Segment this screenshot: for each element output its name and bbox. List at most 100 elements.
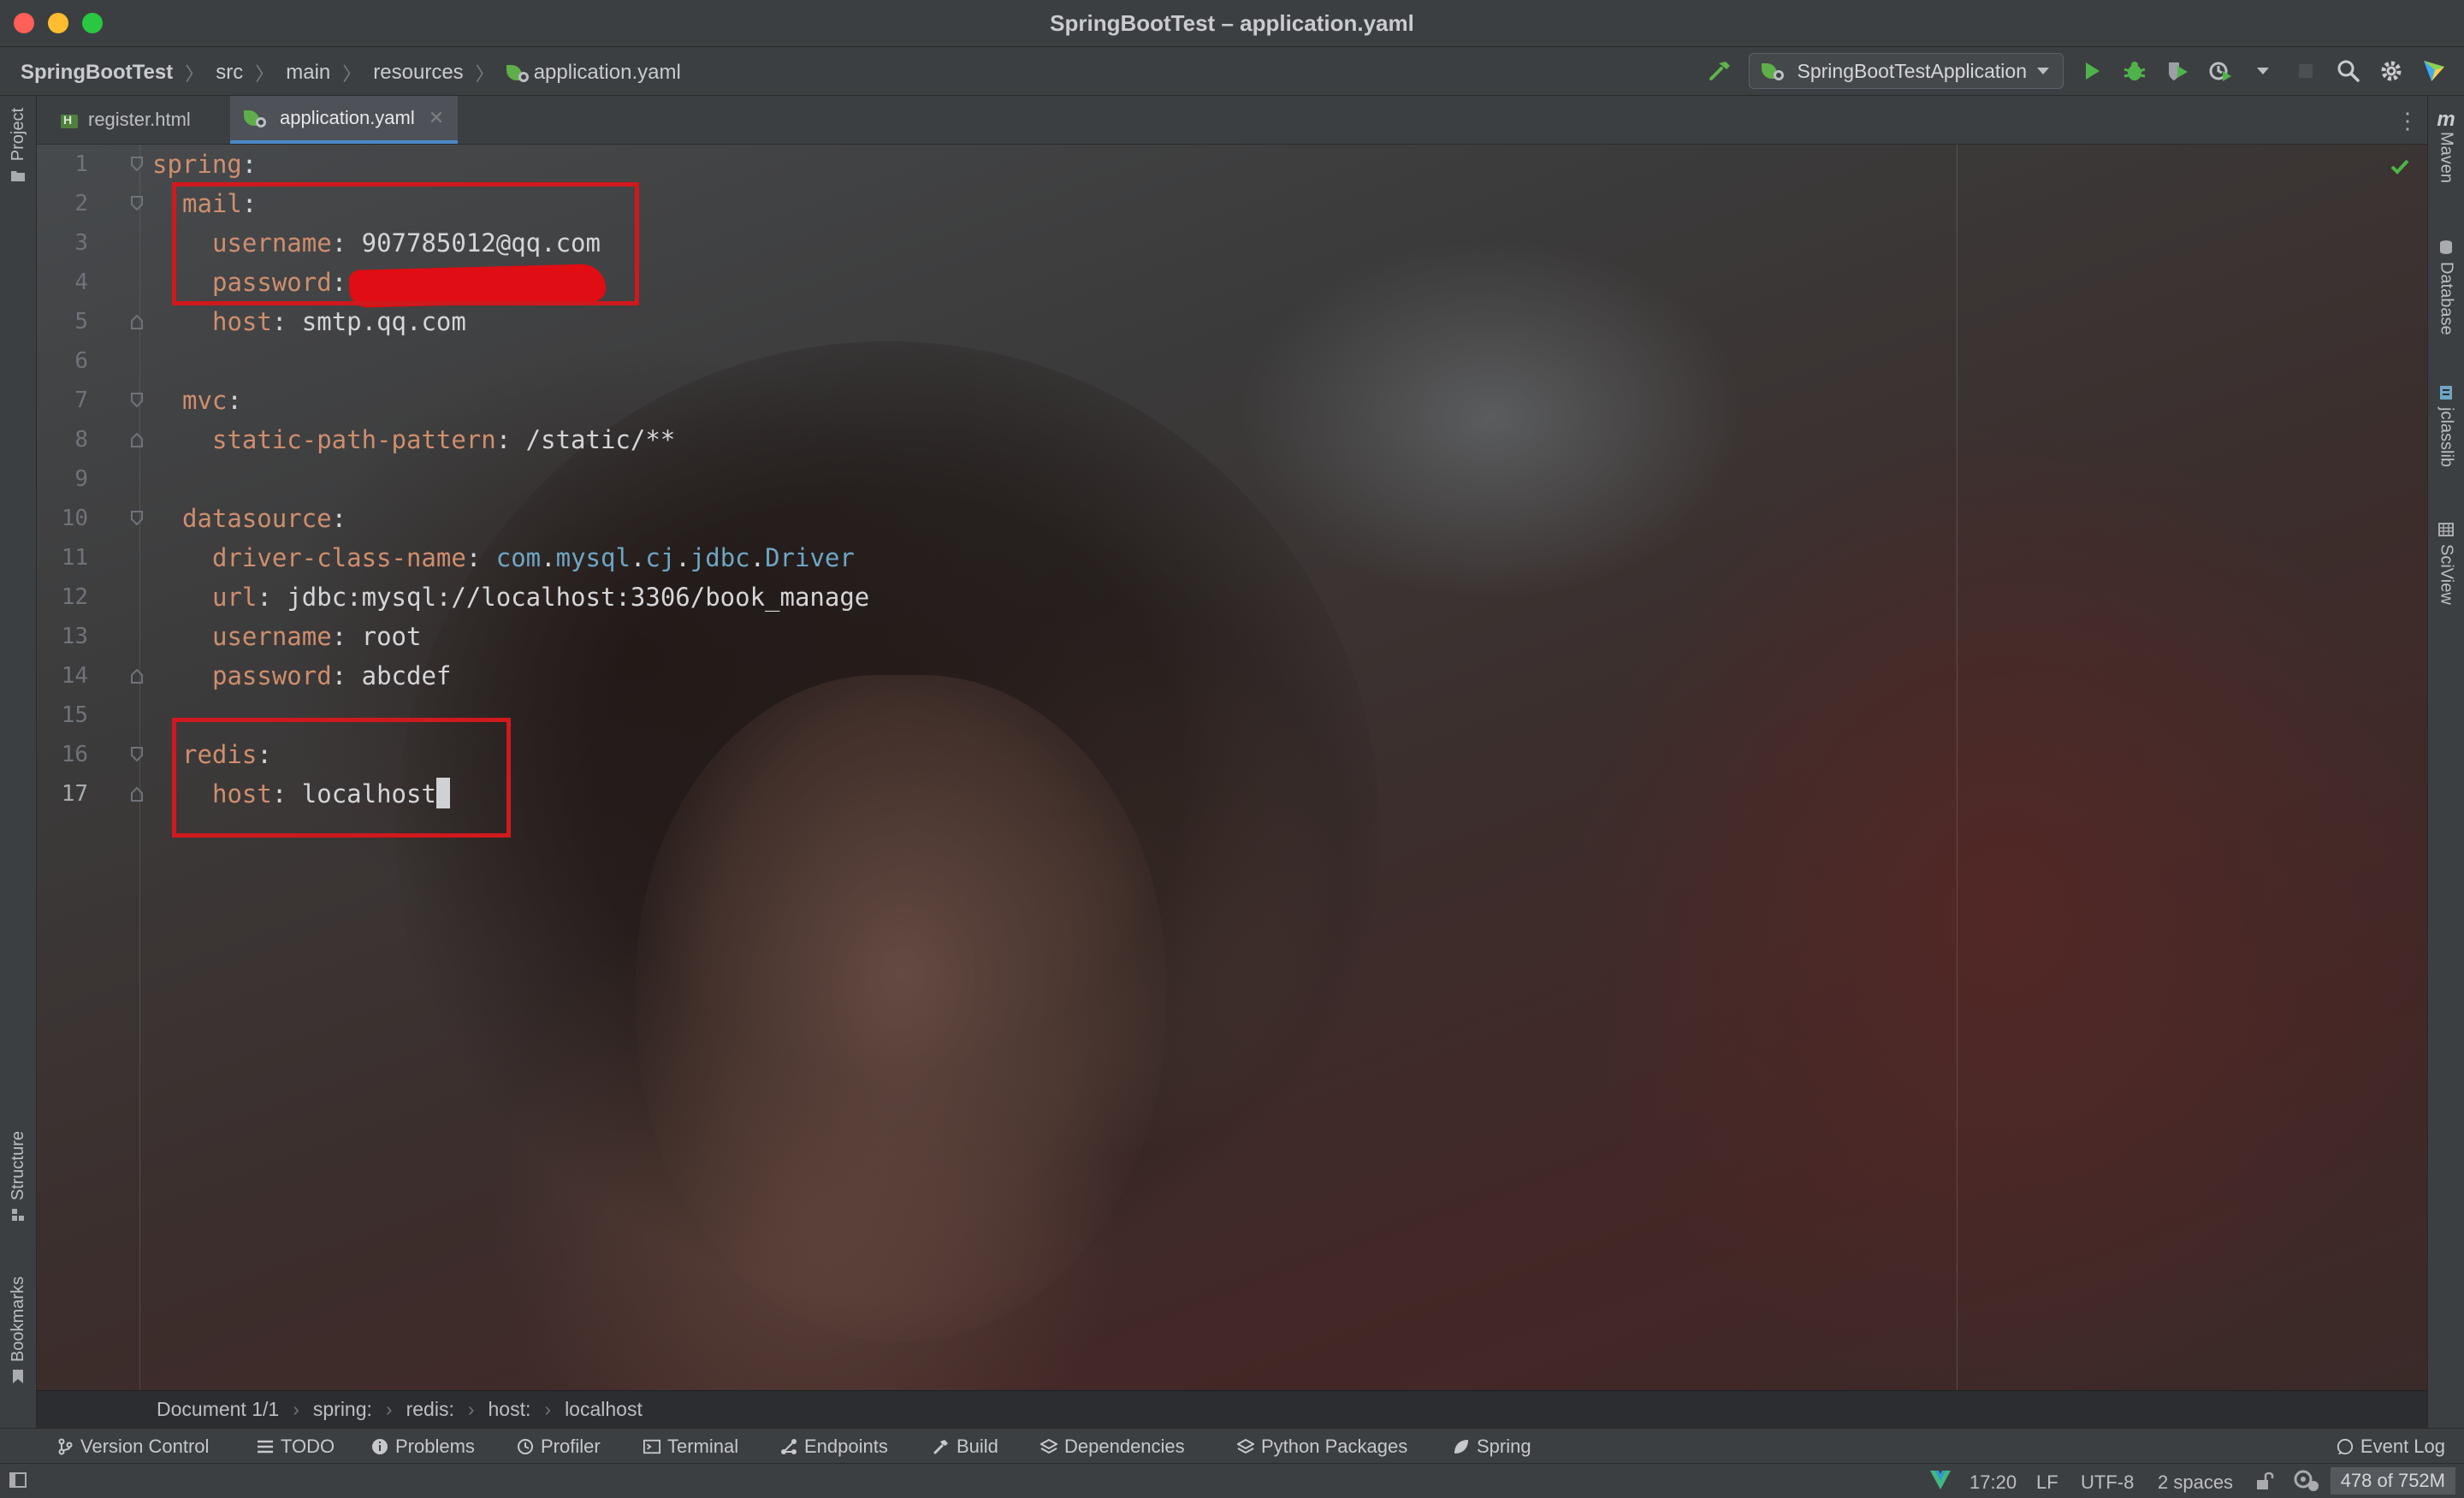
fold-close-icon[interactable] xyxy=(131,314,143,329)
todo-button[interactable]: TODO xyxy=(257,1436,335,1458)
fold-open-icon[interactable] xyxy=(131,393,143,408)
debug-icon[interactable] xyxy=(2120,56,2149,86)
yaml-colon: : xyxy=(465,543,482,572)
line-number[interactable]: 11 xyxy=(37,538,88,577)
tab-register-html[interactable]: H register.html xyxy=(45,96,204,144)
package-segment: mysql xyxy=(555,543,631,572)
tool-label: TODO xyxy=(281,1436,335,1457)
line-number[interactable]: 2 xyxy=(37,184,88,223)
breadcrumb-document[interactable]: Document 1/1 xyxy=(157,1398,279,1421)
code-editor[interactable]: 1 spring: 2 mail: 3 username: 907785012@… xyxy=(37,145,2427,1390)
html-file-icon: H xyxy=(59,110,80,130)
breadcrumb-redis[interactable]: redis: xyxy=(406,1398,454,1421)
fold-open-icon[interactable] xyxy=(131,196,143,211)
fold-close-icon[interactable] xyxy=(131,432,143,447)
caret-position[interactable]: 17:20 xyxy=(1969,1471,2017,1494)
terminal-button[interactable]: Terminal xyxy=(643,1436,738,1458)
database-tool-button[interactable]: Database xyxy=(2428,233,2464,335)
memory-indicator[interactable]: 478 of 752M xyxy=(2330,1467,2455,1495)
code-line: 10 datasource: xyxy=(37,499,2427,538)
fold-open-icon[interactable] xyxy=(131,747,143,762)
profiler-icon[interactable] xyxy=(2206,56,2235,86)
breadcrumb-host[interactable]: host: xyxy=(489,1398,531,1421)
run-configuration-select[interactable]: SpringBootTestApplication xyxy=(1748,53,2064,89)
line-number[interactable]: 10 xyxy=(37,499,88,538)
breadcrumb-value[interactable]: localhost xyxy=(565,1398,643,1421)
fold-open-icon[interactable] xyxy=(131,511,143,526)
python-packages-button[interactable]: Python Packages xyxy=(1237,1436,1407,1458)
breadcrumb-file[interactable]: application.yaml xyxy=(534,61,681,85)
bookmark-icon xyxy=(13,1370,23,1384)
toggle-tool-windows-icon[interactable] xyxy=(9,1471,27,1495)
breadcrumb-src[interactable]: src xyxy=(216,61,243,85)
build-hammer-icon[interactable] xyxy=(1706,56,1735,86)
highlight-box-mail xyxy=(172,182,639,305)
unlock-icon[interactable] xyxy=(2255,1471,2274,1496)
endpoints-button[interactable]: Endpoints xyxy=(780,1436,888,1458)
line-number[interactable]: 15 xyxy=(37,696,88,735)
line-number[interactable]: 16 xyxy=(37,735,88,774)
window-title: SpringBootTest – application.yaml xyxy=(1050,10,1414,36)
breadcrumb-spring[interactable]: spring: xyxy=(313,1398,372,1421)
indent-setting[interactable]: 2 spaces xyxy=(2158,1471,2233,1494)
sciview-tool-button[interactable]: SciView xyxy=(2428,515,2464,605)
yaml-key: spring xyxy=(152,150,242,179)
chevron-down-icon[interactable] xyxy=(2248,56,2277,86)
coverage-icon[interactable] xyxy=(2163,56,2192,86)
yaml-value: abcdef xyxy=(361,661,452,690)
event-log-button[interactable]: Event Log xyxy=(2337,1436,2445,1458)
project-tool-button[interactable]: Project xyxy=(0,108,36,190)
jclasslib-tool-label: jclasslib xyxy=(2437,407,2456,468)
run-icon[interactable] xyxy=(2077,56,2106,86)
layers-icon xyxy=(1237,1438,1254,1455)
version-control-button[interactable]: Version Control xyxy=(56,1436,209,1458)
spring-button[interactable]: Spring xyxy=(1453,1436,1531,1458)
more-tabs-icon[interactable]: ⋮ xyxy=(2396,108,2419,134)
chevron-right-icon: › xyxy=(385,1398,393,1420)
line-number[interactable]: 7 xyxy=(37,381,88,420)
vuejs-icon[interactable] xyxy=(1928,1469,1952,1496)
line-number[interactable]: 3 xyxy=(37,223,88,263)
stop-icon[interactable] xyxy=(2291,56,2320,86)
tab-application-yaml[interactable]: application.yaml ✕ xyxy=(230,96,459,144)
inspection-profile-icon[interactable] xyxy=(2293,1469,2320,1498)
line-number[interactable]: 1 xyxy=(37,145,88,184)
breadcrumb-main[interactable]: main xyxy=(286,61,330,85)
structure-tool-button[interactable]: Structure xyxy=(0,1131,36,1229)
search-icon[interactable] xyxy=(2334,56,2363,86)
maven-tool-button[interactable]: m Maven xyxy=(2428,108,2464,183)
line-number[interactable]: 14 xyxy=(37,656,88,696)
line-number[interactable]: 4 xyxy=(37,263,88,302)
tool-window-bar: Version Control TODO Problems Profiler T… xyxy=(0,1428,2464,1463)
line-number[interactable]: 5 xyxy=(37,302,88,341)
bookmarks-tool-button[interactable]: Bookmarks xyxy=(0,1276,36,1391)
line-number[interactable]: 9 xyxy=(37,459,88,499)
line-number[interactable]: 13 xyxy=(37,617,88,656)
line-number[interactable]: 17 xyxy=(37,774,88,814)
code-with-me-icon[interactable] xyxy=(2420,56,2449,86)
jclasslib-icon xyxy=(2440,386,2452,400)
line-number[interactable]: 6 xyxy=(37,341,88,381)
breadcrumb: SpringBootTest 〉 src 〉 main 〉 resources … xyxy=(21,59,681,86)
fold-close-icon[interactable] xyxy=(131,786,143,802)
close-tab-icon[interactable]: ✕ xyxy=(429,107,444,129)
breadcrumb-resources[interactable]: resources xyxy=(373,61,463,85)
fold-open-icon[interactable] xyxy=(131,157,143,172)
gear-icon[interactable] xyxy=(2377,56,2406,86)
line-number[interactable]: 12 xyxy=(37,577,88,617)
code-line: 8 static-path-pattern: /static/** xyxy=(37,420,2427,459)
build-button[interactable]: Build xyxy=(933,1436,998,1458)
file-encoding[interactable]: UTF-8 xyxy=(2081,1471,2134,1494)
breadcrumb-project[interactable]: SpringBootTest xyxy=(21,61,173,85)
package-segment: jdbc xyxy=(690,543,750,572)
dependencies-button[interactable]: Dependencies xyxy=(1040,1436,1185,1458)
jclasslib-tool-button[interactable]: jclasslib xyxy=(2428,378,2464,467)
fold-close-icon[interactable] xyxy=(131,668,143,684)
problems-button[interactable]: Problems xyxy=(371,1436,475,1458)
line-separator[interactable]: LF xyxy=(2036,1471,2058,1494)
profiler-button[interactable]: Profiler xyxy=(517,1436,601,1458)
line-number[interactable]: 8 xyxy=(37,420,88,459)
chevron-right-icon: 〉 xyxy=(475,63,495,85)
code-line: 13 username: root xyxy=(37,617,2427,656)
structure-icon xyxy=(12,1209,24,1222)
